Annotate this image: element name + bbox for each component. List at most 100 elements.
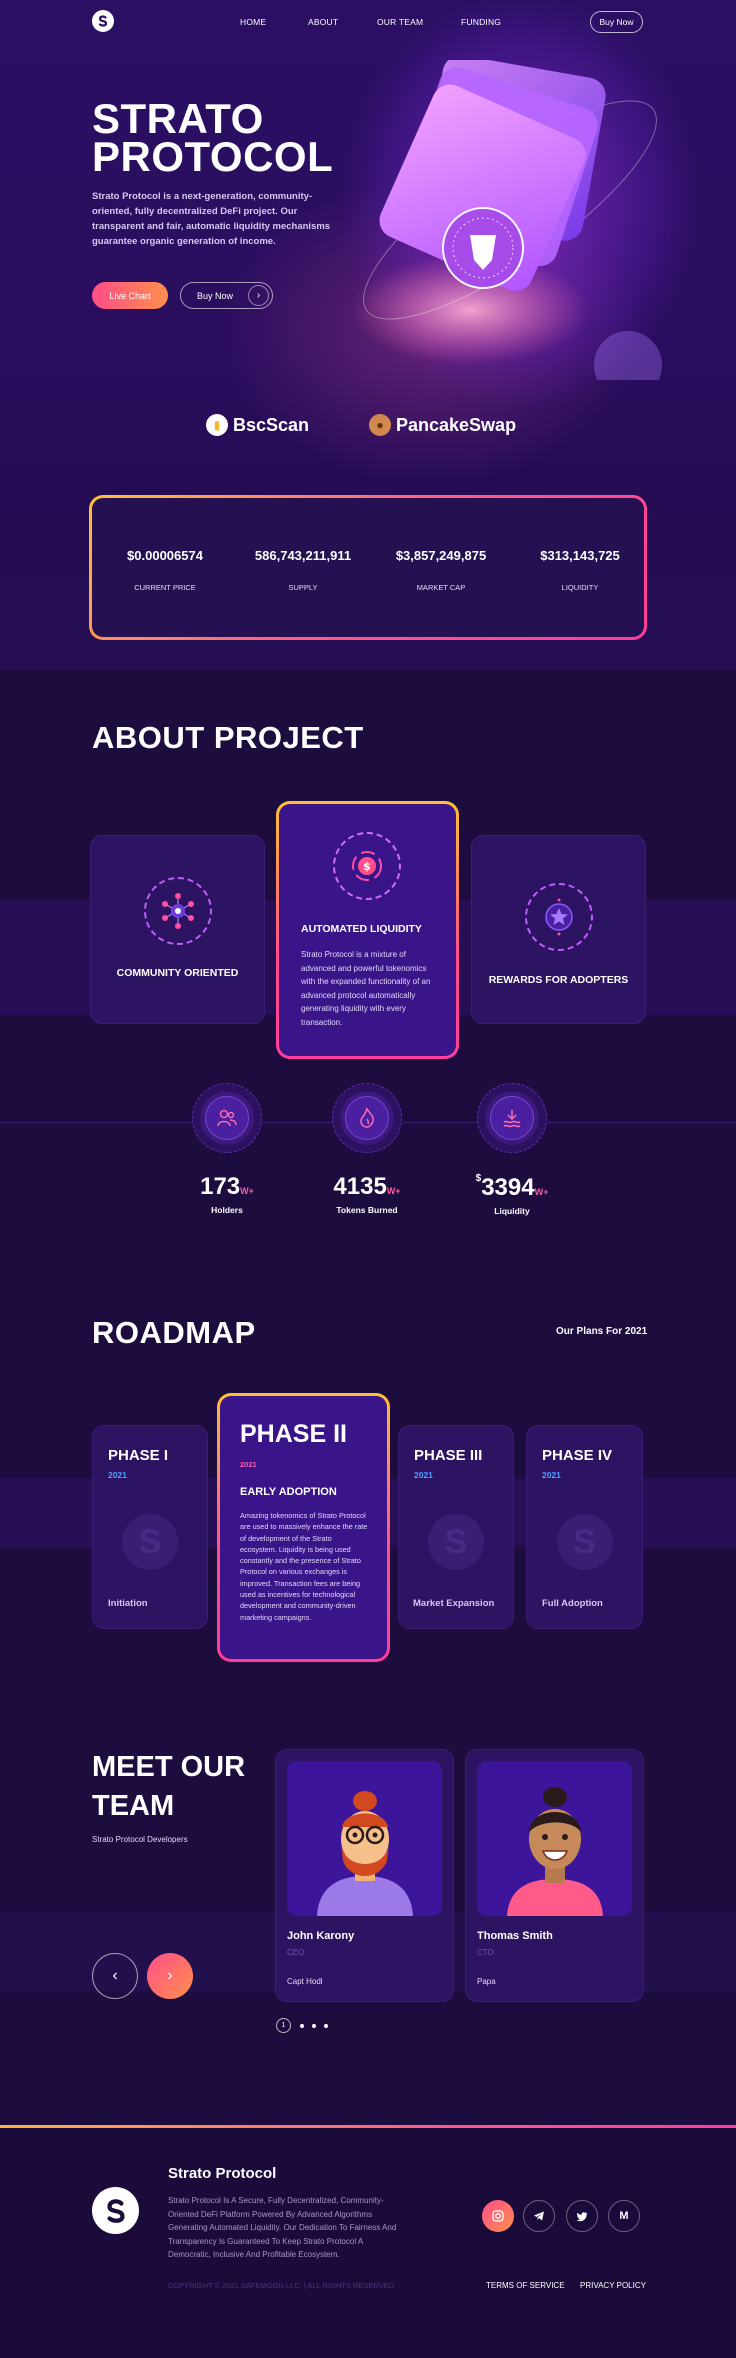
phase-card-2[interactable]: PHASE II 2021 EARLY ADOPTION Amazing tok… <box>217 1393 390 1662</box>
stat-value: $0.00006574 <box>127 548 203 563</box>
nav-our-team[interactable]: OUR TEAM <box>377 17 423 27</box>
partner-bscscan[interactable]: ▮ BscScan <box>206 414 309 436</box>
counter-burned-icon-wrap <box>332 1083 402 1153</box>
phase-heading: EARLY ADOPTION <box>240 1486 337 1498</box>
team-member-name: John Karony <box>287 1930 355 1942</box>
telegram-icon[interactable] <box>523 2200 555 2232</box>
carousel-dot-active[interactable]: 1 <box>276 2018 291 2033</box>
water-icon <box>490 1096 534 1140</box>
phase-card-3[interactable]: PHASE III 2021 S Market Expansion <box>398 1425 514 1629</box>
counter-suffix: W+ <box>240 1186 254 1196</box>
footer-description: Strato Protocol Is A Secure, Fully Decen… <box>168 2196 397 2259</box>
footer-logo[interactable] <box>92 2187 139 2234</box>
hero-title-line2: PROTOCOL <box>92 133 334 180</box>
chevron-right-icon: › <box>167 1967 173 1984</box>
pancake-bunny-icon: ● <box>369 414 391 436</box>
team-title-line2: TEAM <box>92 1790 175 1822</box>
counter-tokens-burned: 4135W+ Tokens Burned <box>307 1173 427 1215</box>
stat-liquidity: $313,143,725 LIQUIDITY <box>515 548 645 592</box>
roadmap-subtitle: Our Plans For 2021 <box>556 1326 648 1337</box>
stats-panel: $0.00006574 CURRENT PRICE 586,743,211,91… <box>89 495 647 640</box>
counter-suffix: W+ <box>386 1186 401 1196</box>
brand-logo[interactable] <box>92 10 114 32</box>
footer-divider <box>0 2125 736 2128</box>
counter-liquidity: $3394W+ Liquidity <box>452 1173 572 1216</box>
counter-value: 173 <box>200 1173 241 1200</box>
nav-funding[interactable]: FUNDING <box>461 17 501 27</box>
carousel-dot-label: 1 <box>281 2022 286 2029</box>
stat-value: $313,143,725 <box>540 548 620 563</box>
counter-label: Holders <box>211 1205 243 1215</box>
carousel-dot[interactable] <box>300 2024 304 2028</box>
carousel-dot[interactable] <box>324 2024 328 2028</box>
strato-watermark-icon: S <box>556 1514 613 1570</box>
about-card-title: REWARDS FOR ADOPTERS <box>488 974 629 986</box>
twitter-icon[interactable] <box>566 2200 598 2232</box>
live-chart-button[interactable]: Live Chart <box>92 282 168 309</box>
stat-label: CURRENT PRICE <box>134 583 196 592</box>
stat-value: 586,743,211,911 <box>254 548 352 563</box>
instagram-icon[interactable] <box>482 2200 514 2232</box>
about-card-community: COMMUNITY ORIENTED <box>90 835 265 1024</box>
privacy-link[interactable]: PRIVACY POLICY <box>580 2281 646 2290</box>
hero-description: Strato Protocol is a next-generation, co… <box>92 191 331 247</box>
team-title-line1: MEET OUR <box>92 1751 246 1783</box>
team-next-button[interactable]: › <box>147 1953 193 1999</box>
users-icon <box>205 1096 249 1140</box>
footer-copyright: COPYRIGHT © 2021 SAFEMOON LLC. | ALL RIG… <box>168 2281 395 2290</box>
team-member-role: CTO <box>477 1948 494 1957</box>
team-subtitle: Strato Protocol Developers <box>92 1835 188 1844</box>
counter-liquidity-icon-wrap <box>477 1083 547 1153</box>
team-member-company: Papa <box>477 1977 496 1986</box>
phase-title: PHASE III <box>414 1447 483 1464</box>
star-badge-icon <box>525 883 593 951</box>
counter-holders: 173W+ Holders <box>167 1173 287 1215</box>
stat-label: SUPPLY <box>288 583 318 592</box>
bscscan-logo-icon: ▮ <box>206 414 228 436</box>
partner-pancakeswap[interactable]: ● PancakeSwap <box>369 414 516 436</box>
phase-title: PHASE II <box>240 1420 347 1448</box>
terms-link[interactable]: TERMS OF SERVICE <box>486 2281 565 2290</box>
about-card-title: AUTOMATED LIQUIDITY <box>301 923 422 935</box>
nav-about[interactable]: ABOUT <box>308 17 338 27</box>
phase-year: 2021 <box>414 1470 433 1480</box>
nav-buy-button[interactable]: Buy Now <box>590 11 643 33</box>
phase-card-4[interactable]: PHASE IV 2021 S Full Adoption <box>526 1425 643 1629</box>
phase-year: 2021 <box>542 1470 561 1480</box>
phase-title: PHASE IV <box>542 1447 613 1464</box>
phase-text: Amazing tokenomics of Strato Protocol ar… <box>240 1511 368 1622</box>
counter-holders-icon-wrap <box>192 1083 262 1153</box>
hero-title: STRATO PROTOCOL <box>92 98 334 180</box>
flame-icon <box>345 1096 389 1140</box>
stat-supply: 586,743,211,911 SUPPLY <box>238 548 368 592</box>
buy-now-label: Buy Now <box>197 290 234 301</box>
team-card-thomas[interactable]: Thomas Smith CTO Papa <box>465 1749 644 2002</box>
partner-bscscan-label: BscScan <box>233 414 310 435</box>
team-prev-button[interactable]: ‹ <box>92 1953 138 1999</box>
counter-value: 4135 <box>333 1173 387 1200</box>
team-member-company: Capt Hodl <box>287 1977 323 1986</box>
counter-label: Tokens Burned <box>336 1205 398 1215</box>
team-member-role: CEO <box>287 1948 305 1957</box>
stat-market-cap: $3,857,249,875 MARKET CAP <box>376 548 506 592</box>
nav-home[interactable]: HOME <box>240 17 266 27</box>
team-member-name: Thomas Smith <box>477 1930 553 1942</box>
phase-card-1[interactable]: PHASE I 2021 S Initiation <box>92 1425 208 1629</box>
counter-label: Liquidity <box>494 1206 530 1216</box>
about-card-text: Strato Protocol is a mixture of advanced… <box>301 950 431 1027</box>
chevron-left-icon: ‹ <box>112 1967 118 1984</box>
team-title: MEET OUR TEAM <box>92 1748 245 1826</box>
strato-logo-icon <box>106 2198 125 2223</box>
team-card-john[interactable]: John Karony CEO Capt Hodl <box>275 1749 454 2002</box>
footer: Strato Protocol Strato Protocol Is A Sec… <box>0 2125 736 2358</box>
medium-icon[interactable]: M <box>608 2200 640 2232</box>
phase-year: 2021 <box>108 1470 127 1480</box>
carousel-dot[interactable] <box>312 2024 316 2028</box>
about-card-title: COMMUNITY ORIENTED <box>116 967 239 979</box>
roadmap-title: ROADMAP <box>92 1315 256 1350</box>
buy-now-button[interactable]: Buy Now › <box>180 282 273 309</box>
about-card-rewards: REWARDS FOR ADOPTERS <box>471 835 646 1024</box>
stat-value: $3,857,249,875 <box>395 548 487 563</box>
stat-label: LIQUIDITY <box>561 583 599 592</box>
strato-logo-icon <box>98 15 108 27</box>
